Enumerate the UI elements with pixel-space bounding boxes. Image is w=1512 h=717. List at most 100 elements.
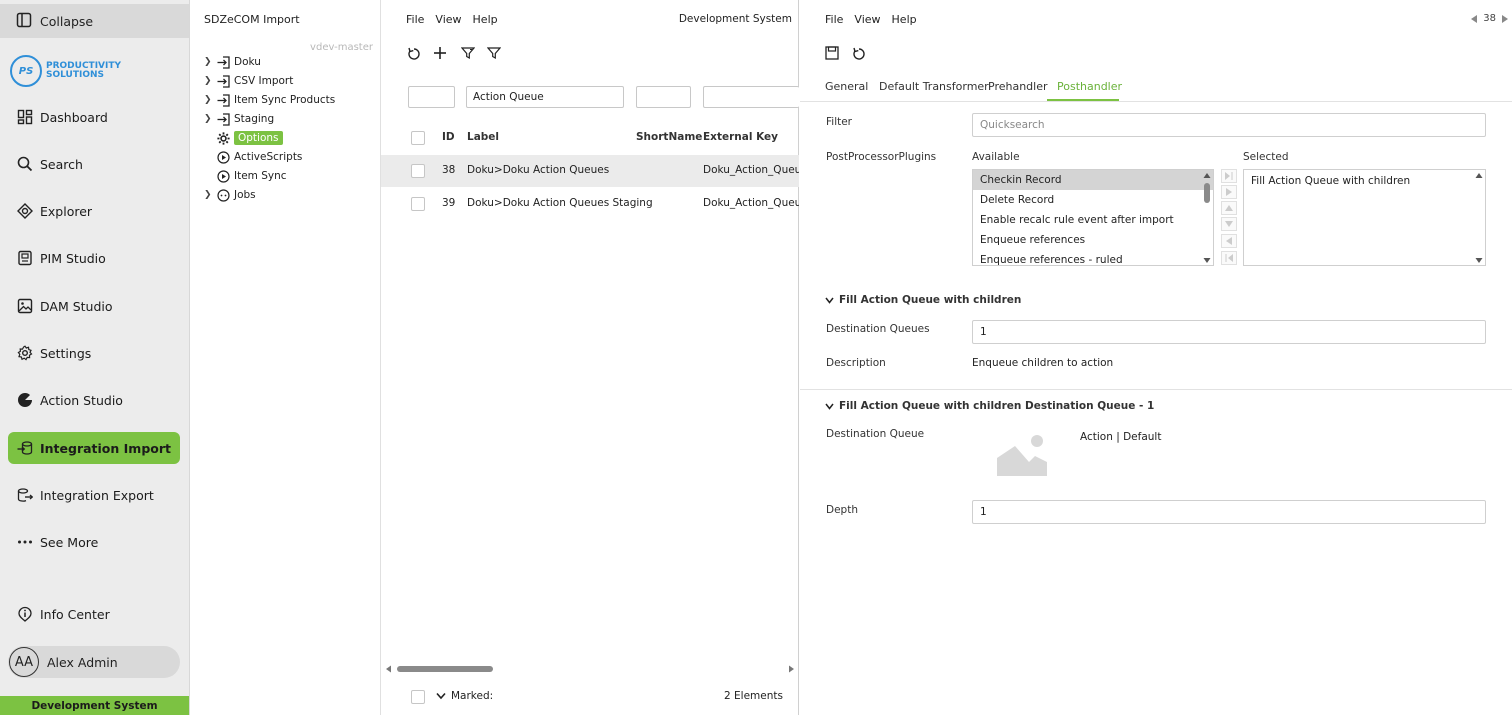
column-header-external-key[interactable]: External Key [703, 131, 778, 143]
column-header-label[interactable]: Label [467, 131, 499, 143]
nav-integration-import[interactable]: Integration Import [8, 432, 180, 464]
collapse-button[interactable]: Collapse [0, 4, 189, 38]
list-item[interactable]: Enqueue references [973, 230, 1213, 250]
record-navigator: 38 [1471, 13, 1508, 24]
vertical-scrollbar[interactable] [1202, 171, 1212, 265]
tab-general[interactable]: General [825, 80, 868, 93]
explorer-icon [16, 202, 34, 220]
list-item[interactable]: Delete Record [973, 190, 1213, 210]
menu-view[interactable]: View [854, 13, 880, 26]
menu-file[interactable]: File [406, 13, 424, 26]
chevron-right-icon[interactable]: ❯ [204, 190, 214, 200]
import-icon [216, 93, 230, 107]
nav-action-studio[interactable]: Action Studio [8, 384, 180, 416]
tab-default-transformer[interactable]: Default Transformer [879, 80, 989, 93]
nav-integration-export[interactable]: Integration Export [8, 479, 180, 511]
vertical-scrollbar[interactable] [1474, 171, 1484, 265]
nav-pim-studio[interactable]: PIM Studio [8, 242, 180, 274]
description-label: Description [826, 357, 886, 369]
nav-search[interactable]: Search [8, 148, 180, 180]
menu-view[interactable]: View [435, 13, 461, 26]
section-title: Fill Action Queue with children Destinat… [839, 400, 1155, 412]
user-menu[interactable]: AA Alex Admin [8, 646, 180, 678]
tree-label: CSV Import [234, 75, 294, 87]
tree-node-options[interactable]: Options [216, 129, 283, 147]
available-plugins-list[interactable]: Checkin Record Delete Record Enable reca… [972, 169, 1214, 266]
more-dots-icon [16, 533, 34, 551]
refresh-icon[interactable] [852, 47, 868, 63]
row-checkbox[interactable] [411, 164, 425, 178]
tree-label: Item Sync [234, 170, 287, 182]
move-down-icon[interactable] [1221, 217, 1237, 231]
refresh-icon[interactable] [407, 47, 423, 63]
chevron-right-icon[interactable]: ❯ [204, 95, 214, 105]
gear-icon [216, 131, 230, 145]
section-header[interactable]: Fill Action Queue with children Destinat… [825, 400, 1154, 412]
nav-explorer[interactable]: Explorer [8, 195, 180, 227]
tree-label: Options [234, 131, 283, 145]
next-record-icon[interactable] [1502, 14, 1508, 23]
label-filter-input[interactable]: Action Queue [466, 86, 624, 108]
tab-posthandler[interactable]: Posthandler [1057, 80, 1122, 93]
tree-node-jobs[interactable]: ❯ Jobs [204, 186, 256, 204]
save-icon[interactable] [825, 46, 841, 62]
nav-info-center[interactable]: Info Center [8, 598, 180, 630]
external-key-filter-input[interactable] [703, 86, 799, 108]
chevron-down-icon [436, 692, 446, 700]
column-header-id[interactable]: ID [442, 131, 455, 143]
filter-icon[interactable] [487, 46, 503, 62]
list-item[interactable]: Enable recalc rule event after import [973, 210, 1213, 230]
list-item[interactable]: Enqueue references - ruled [973, 250, 1213, 265]
tree-node-activescripts[interactable]: ActiveScripts [216, 148, 302, 166]
column-header-shortname[interactable]: ShortName [636, 131, 702, 143]
marked-dropdown[interactable]: Marked: [436, 690, 493, 702]
section-header[interactable]: Fill Action Queue with children [825, 294, 1021, 306]
move-all-left-icon[interactable] [1221, 251, 1237, 265]
row-checkbox[interactable] [411, 197, 425, 211]
element-count: 2 Elements [724, 690, 783, 702]
nav-dashboard[interactable]: Dashboard [8, 101, 180, 133]
move-all-right-icon[interactable] [1221, 169, 1237, 183]
depth-input[interactable]: 1 [972, 500, 1486, 524]
destination-queues-input[interactable]: 1 [972, 320, 1486, 344]
selected-plugins-list[interactable]: Fill Action Queue with children [1243, 169, 1486, 266]
list-item[interactable]: Checkin Record [973, 170, 1213, 190]
move-right-icon[interactable] [1221, 185, 1237, 199]
nav-label: PIM Studio [40, 250, 106, 266]
nav-label: Integration Import [40, 440, 171, 456]
nav-see-more[interactable]: See More [8, 526, 180, 558]
quicksearch-input[interactable]: Quicksearch [972, 113, 1486, 137]
chevron-right-icon[interactable]: ❯ [204, 114, 214, 124]
shortname-filter-input[interactable] [636, 86, 691, 108]
nav-settings[interactable]: Settings [8, 337, 180, 369]
destination-queue-value[interactable]: Action | Default [1080, 431, 1161, 443]
tree-node-staging[interactable]: ❯ Staging [204, 110, 274, 128]
footer-checkbox[interactable] [411, 690, 425, 704]
menu-file[interactable]: File [825, 13, 843, 26]
tree-node-csv-import[interactable]: ❯ CSV Import [204, 72, 293, 90]
tree-node-doku[interactable]: ❯ Doku [204, 53, 261, 71]
previous-record-icon[interactable] [1471, 14, 1478, 23]
chevron-right-icon[interactable]: ❯ [204, 76, 214, 86]
move-up-icon[interactable] [1221, 201, 1237, 215]
logo-mark: PS [10, 55, 42, 87]
filter-settings-icon[interactable] [461, 46, 477, 62]
list-item[interactable]: Fill Action Queue with children [1244, 170, 1485, 190]
id-filter-input[interactable] [408, 86, 455, 108]
avatar: AA [9, 647, 39, 677]
table-row[interactable]: 38 Doku>Doku Action Queues Doku_Action_Q… [381, 155, 799, 187]
menu-help[interactable]: Help [892, 13, 917, 26]
nav-dam-studio[interactable]: DAM Studio [8, 290, 180, 322]
move-left-icon[interactable] [1221, 234, 1237, 248]
tree-node-item-sync[interactable]: Item Sync [216, 167, 287, 185]
select-all-checkbox[interactable] [411, 131, 425, 145]
horizontal-scrollbar[interactable] [385, 664, 795, 674]
chevron-right-icon[interactable]: ❯ [204, 57, 214, 67]
table-row[interactable]: 39 Doku>Doku Action Queues Staging Doku_… [381, 188, 799, 220]
tree-label: Jobs [234, 189, 256, 201]
record-number: 38 [1483, 13, 1496, 24]
tab-prehandler[interactable]: Prehandler [988, 80, 1048, 93]
tree-node-item-sync-products[interactable]: ❯ Item Sync Products [204, 91, 335, 109]
add-icon[interactable] [433, 46, 449, 62]
menu-help[interactable]: Help [473, 13, 498, 26]
